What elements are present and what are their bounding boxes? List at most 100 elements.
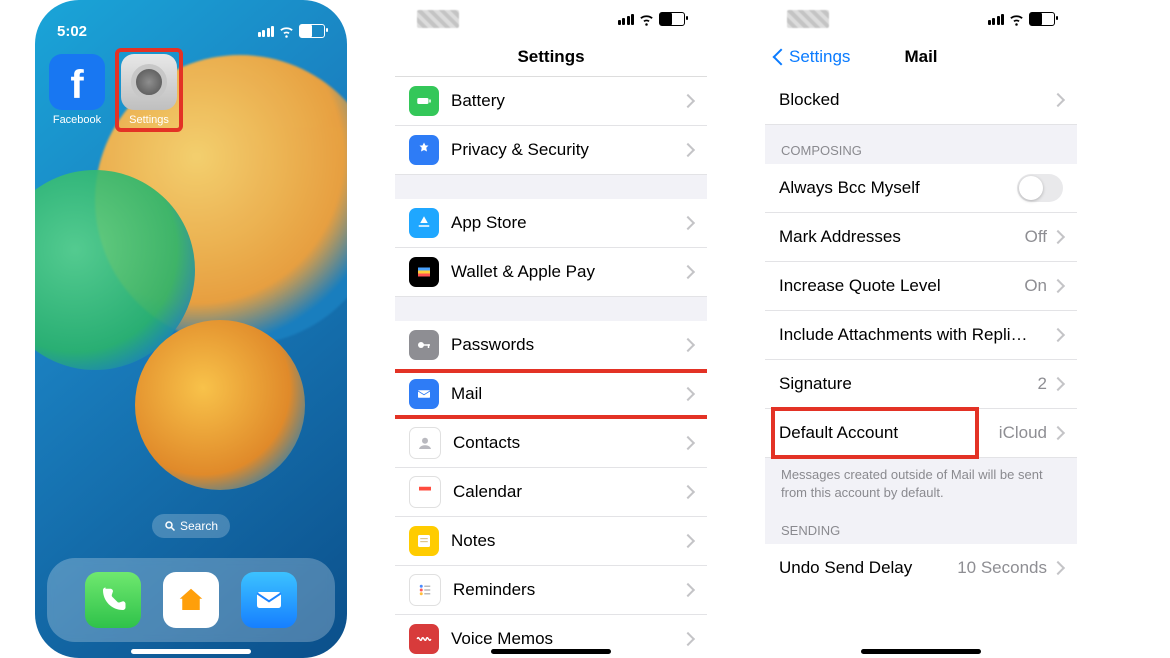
row-signature[interactable]: Signature2: [765, 360, 1077, 409]
wallet-icon: [409, 257, 439, 287]
row-detail: On: [1024, 276, 1047, 296]
chevron-right-icon: [681, 338, 695, 352]
chevron-right-icon: [1051, 377, 1065, 391]
back-button[interactable]: Settings: [775, 47, 850, 67]
dock: [47, 558, 335, 642]
search-label: Search: [180, 519, 218, 533]
row-label: Battery: [451, 91, 683, 111]
settings-row-mail[interactable]: Mail: [395, 370, 707, 419]
calendar-icon: [409, 476, 441, 508]
phone-settings: Settings Battery Privacy & Security App St…: [395, 0, 707, 658]
row-undo-send-delay[interactable]: Undo Send Delay10 Seconds: [765, 544, 1077, 592]
settings-row-app-store[interactable]: App Store: [395, 199, 707, 248]
page-title: Settings: [517, 47, 584, 67]
hand-icon: [409, 135, 439, 165]
search-pill[interactable]: Search: [152, 514, 230, 538]
app-settings[interactable]: Settings: [117, 50, 181, 130]
status-bar: [765, 0, 1077, 38]
settings-row-reminders[interactable]: Reminders: [395, 566, 707, 615]
dock-home[interactable]: [163, 572, 219, 628]
row-mark-addresses[interactable]: Mark AddressesOff: [765, 213, 1077, 262]
settings-row-wallet-apple-pay[interactable]: Wallet & Apple Pay: [395, 248, 707, 297]
clock-redacted: [787, 10, 829, 28]
clock: 5:02: [57, 23, 87, 40]
chevron-right-icon: [1051, 426, 1065, 440]
app-facebook[interactable]: f Facebook: [49, 54, 105, 126]
back-label: Settings: [789, 47, 850, 67]
dock-mail[interactable]: [241, 572, 297, 628]
chevron-right-icon: [681, 534, 695, 548]
wifi-icon: [639, 12, 654, 27]
chevron-right-icon: [681, 583, 695, 597]
wifi-icon: [1009, 12, 1024, 27]
row-detail: 2: [1038, 374, 1047, 394]
search-icon: [164, 520, 176, 532]
chevron-right-icon: [681, 387, 695, 401]
contacts-icon: [409, 427, 441, 459]
row-always-bcc-myself[interactable]: Always Bcc Myself: [765, 164, 1077, 213]
home-indicator[interactable]: [131, 649, 251, 654]
status-bar: [395, 0, 707, 38]
chevron-left-icon: [773, 49, 790, 66]
key-icon: [409, 330, 439, 360]
battery-icon: [299, 24, 325, 38]
chevron-right-icon: [1051, 230, 1065, 244]
mail-icon: [253, 584, 285, 616]
signal-icon: [618, 14, 635, 25]
row-label: Notes: [451, 531, 683, 551]
home-indicator[interactable]: [861, 649, 981, 654]
settings-row-contacts[interactable]: Contacts: [395, 419, 707, 468]
composing-footer: Messages created outside of Mail will be…: [765, 458, 1077, 505]
row-label: Calendar: [453, 482, 683, 502]
signal-icon: [258, 26, 275, 37]
row-detail: Off: [1025, 227, 1047, 247]
signal-icon: [988, 14, 1005, 25]
row-label: Reminders: [453, 580, 683, 600]
row-label: Passwords: [451, 335, 683, 355]
settings-row-notes[interactable]: Notes: [395, 517, 707, 566]
chevron-right-icon: [1051, 561, 1065, 575]
page-title: Mail: [904, 47, 937, 67]
status-bar: 5:02: [35, 12, 347, 50]
row-include-attachments-with-repli-[interactable]: Include Attachments with Repli…: [765, 311, 1077, 360]
toggle[interactable]: [1017, 174, 1063, 202]
settings-row-privacy-security[interactable]: Privacy & Security: [395, 126, 707, 175]
row-default-account[interactable]: Default AccountiCloud: [765, 409, 1077, 458]
chevron-right-icon: [1051, 93, 1065, 107]
chevron-right-icon: [681, 143, 695, 157]
settings-row-battery[interactable]: Battery: [395, 77, 707, 126]
chevron-right-icon: [681, 216, 695, 230]
settings-row-passwords[interactable]: Passwords: [395, 321, 707, 370]
chevron-right-icon: [681, 94, 695, 108]
chevron-right-icon: [681, 436, 695, 450]
settings-row-calendar[interactable]: Calendar: [395, 468, 707, 517]
battery-icon: [409, 86, 439, 116]
chevron-right-icon: [681, 265, 695, 279]
row-label: App Store: [451, 213, 683, 233]
row-increase-quote-level[interactable]: Increase Quote LevelOn: [765, 262, 1077, 311]
home-indicator[interactable]: [491, 649, 611, 654]
navbar: Settings Mail: [765, 38, 1077, 76]
voicememos-icon: [409, 624, 439, 654]
phone-icon: [98, 585, 128, 615]
row-blocked[interactable]: Blocked: [765, 76, 1077, 125]
row-detail: 10 Seconds: [957, 558, 1047, 578]
wifi-icon: [279, 24, 294, 39]
row-label: Privacy & Security: [451, 140, 683, 160]
row-label: Voice Memos: [451, 629, 683, 649]
dock-phone[interactable]: [85, 572, 141, 628]
gear-icon: [131, 64, 167, 100]
app-label-facebook: Facebook: [53, 114, 101, 126]
phone-home-screen: 5:02 f Facebook Settings Sea: [35, 0, 347, 658]
settings-list[interactable]: Battery Privacy & Security App Store Wallet…: [395, 77, 707, 658]
row-label: Wallet & Apple Pay: [451, 262, 683, 282]
chevron-right-icon: [681, 485, 695, 499]
mail-settings-list[interactable]: BlockedComposingAlways Bcc MyselfMark Ad…: [765, 76, 1077, 592]
section-sending: Sending: [765, 505, 1077, 544]
appstore-icon: [409, 208, 439, 238]
battery-icon: [1029, 12, 1055, 26]
row-detail: iCloud: [999, 423, 1047, 443]
facebook-icon: f: [70, 65, 83, 105]
reminders-icon: [409, 574, 441, 606]
battery-icon: [659, 12, 685, 26]
